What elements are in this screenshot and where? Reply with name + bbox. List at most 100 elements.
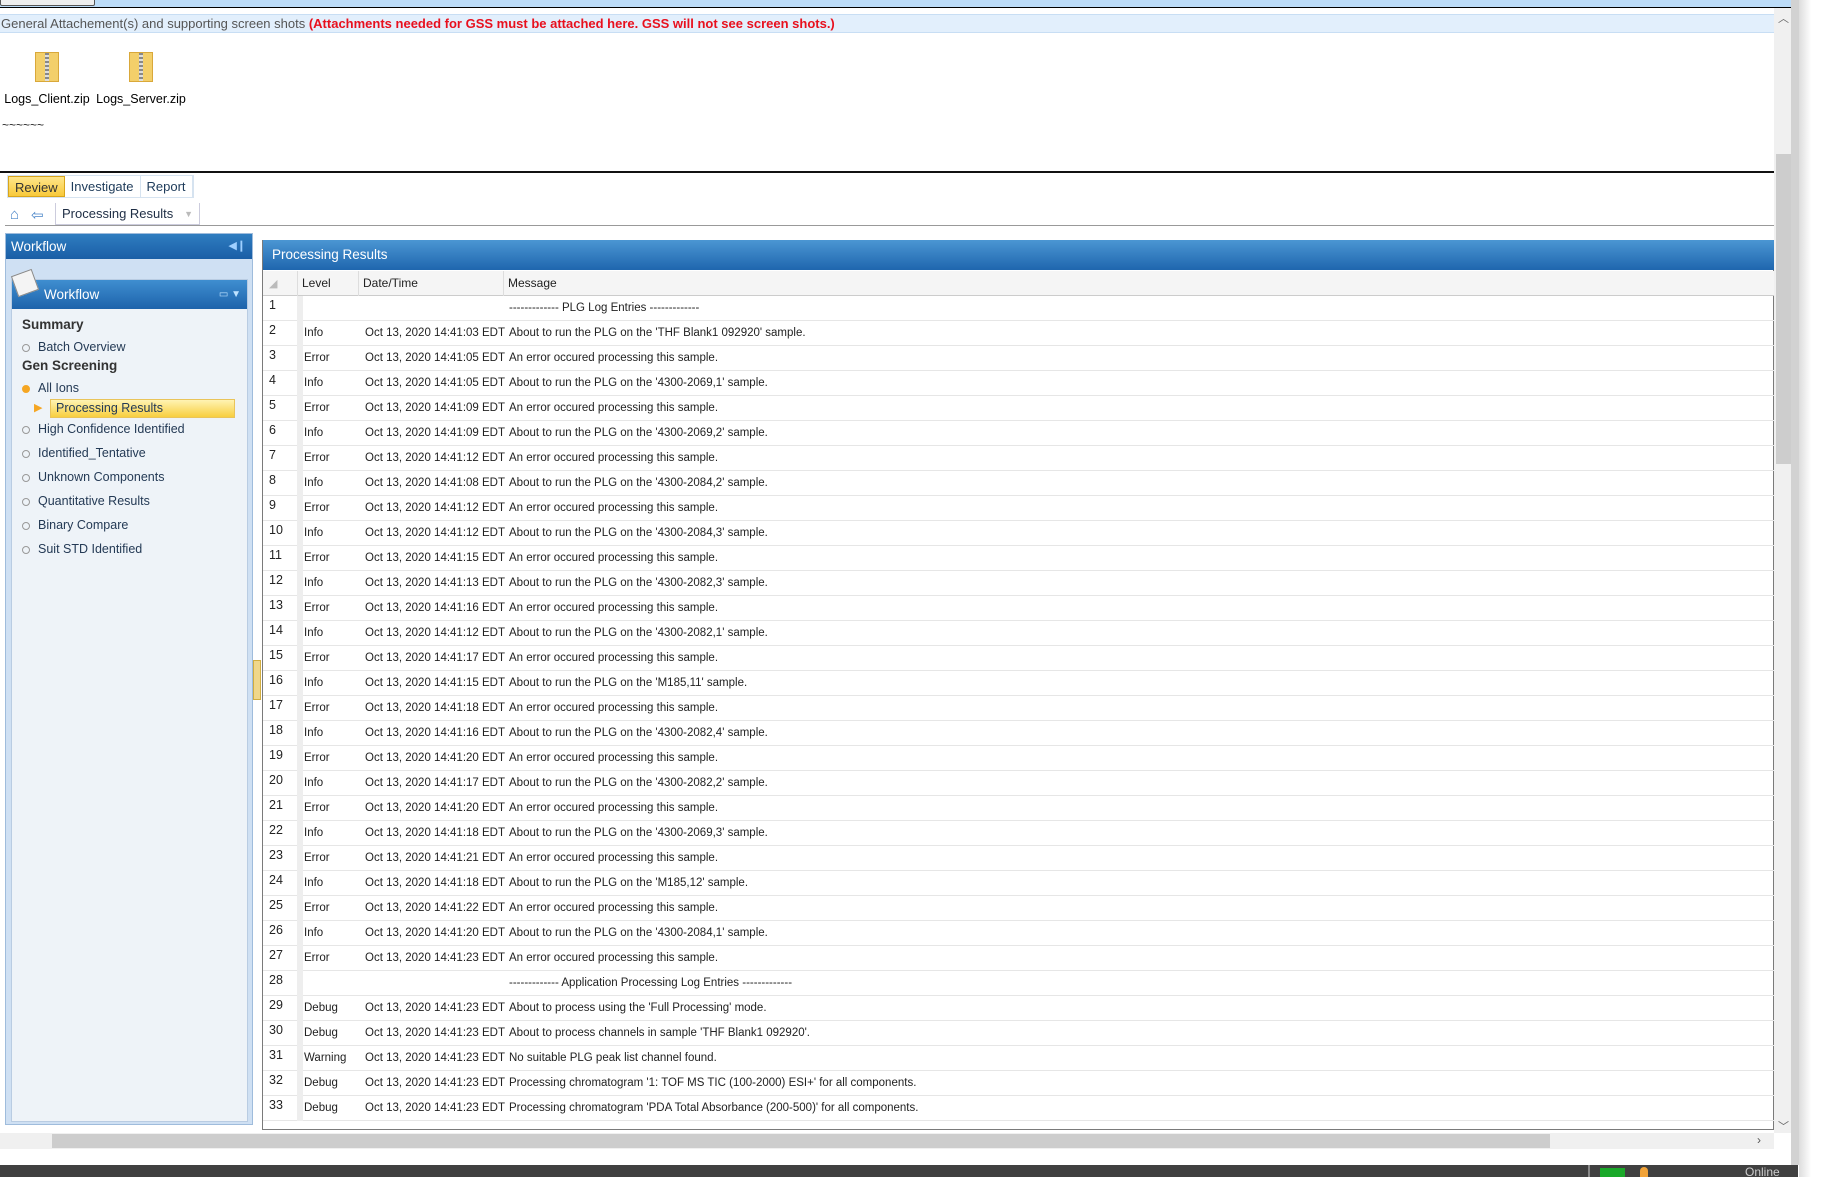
row-gutter	[297, 1046, 303, 1071]
table-row[interactable]: 18 Info Oct 13, 2020 14:41:16 EDT About to …	[263, 721, 1775, 746]
table-row[interactable]: 22 Info Oct 13, 2020 14:41:18 EDT About to …	[263, 821, 1775, 846]
collapse-icon[interactable]: ◀❙	[228, 234, 246, 259]
scroll-down-icon[interactable]: ﹀	[1778, 1118, 1789, 1134]
select-all-corner[interactable]: ◢	[269, 277, 277, 290]
sidebar-item-all-ions[interactable]: All Ions	[22, 381, 79, 395]
radio-icon	[22, 425, 30, 434]
table-row[interactable]: 27 Error Oct 13, 2020 14:41:23 EDT An error…	[263, 946, 1775, 971]
table-row[interactable]: 21 Error Oct 13, 2020 14:41:20 EDT An error…	[263, 796, 1775, 821]
level-cell: Info	[304, 527, 324, 539]
tab-review[interactable]: Review	[8, 176, 65, 197]
table-row[interactable]: 20 Info Oct 13, 2020 14:41:17 EDT About to …	[263, 771, 1775, 796]
table-row[interactable]: 32 Debug Oct 13, 2020 14:41:23 EDT Processi…	[263, 1071, 1775, 1096]
breadcrumb-current: Processing Results	[62, 206, 174, 221]
row-number: 28	[269, 973, 283, 987]
row-number: 4	[269, 373, 276, 387]
horizontal-scrollbar[interactable]: ›	[0, 1133, 1774, 1149]
back-arrow-icon[interactable]: ⇦	[31, 206, 44, 224]
sidebar-splitter[interactable]	[253, 660, 261, 700]
table-row[interactable]: 13 Error Oct 13, 2020 14:41:16 EDT An error…	[263, 596, 1775, 621]
table-row[interactable]: 1 ------------- PLG Log Entries ---------…	[263, 296, 1775, 321]
sidebar-item-batch-overview[interactable]: Batch Overview	[22, 340, 126, 354]
row-number: 17	[269, 698, 283, 712]
row-number: 19	[269, 748, 283, 762]
table-row[interactable]: 8 Info Oct 13, 2020 14:41:08 EDT About to r…	[263, 471, 1775, 496]
sidebar-item-unknown-components[interactable]: Unknown Components	[22, 470, 164, 484]
dropdown-icon[interactable]: ▭ ▼	[219, 280, 241, 309]
datetime-cell: Oct 13, 2020 14:41:16 EDT	[365, 602, 506, 614]
sidebar-item-high-confidence[interactable]: High Confidence Identified	[22, 422, 185, 436]
level-cell: Error	[304, 602, 330, 614]
home-icon[interactable]: ⌂	[10, 207, 25, 222]
table-row[interactable]: 7 Error Oct 13, 2020 14:41:12 EDT An error …	[263, 446, 1775, 471]
attachment-file-server[interactable]: Logs_Server.zip	[96, 52, 186, 106]
level-cell: Info	[304, 477, 324, 489]
datetime-cell: Oct 13, 2020 14:41:18 EDT	[365, 877, 506, 889]
datetime-cell: Oct 13, 2020 14:41:22 EDT	[365, 902, 506, 914]
message-cell: About to run the PLG on the '4300-2084,2…	[509, 477, 768, 489]
table-row[interactable]: 31 Warning Oct 13, 2020 14:41:23 EDT No sui…	[263, 1046, 1775, 1071]
table-row[interactable]: 16 Info Oct 13, 2020 14:41:15 EDT About to …	[263, 671, 1775, 696]
table-row[interactable]: 14 Info Oct 13, 2020 14:41:12 EDT About to …	[263, 621, 1775, 646]
user-icon	[1640, 1167, 1648, 1177]
column-datetime[interactable]: Date/Time	[358, 271, 503, 296]
tab-investigate[interactable]: Investigate	[65, 176, 141, 197]
table-row[interactable]: 9 Error Oct 13, 2020 14:41:12 EDT An error …	[263, 496, 1775, 521]
radio-icon	[22, 521, 30, 530]
caret-right-icon: ▶	[34, 402, 43, 414]
zip-file-icon	[129, 52, 153, 82]
table-row[interactable]: 11 Error Oct 13, 2020 14:41:15 EDT An error…	[263, 546, 1775, 571]
table-row[interactable]: 19 Error Oct 13, 2020 14:41:20 EDT An error…	[263, 746, 1775, 771]
table-row[interactable]: 30 Debug Oct 13, 2020 14:41:23 EDT About to…	[263, 1021, 1775, 1046]
table-row[interactable]: 29 Debug Oct 13, 2020 14:41:23 EDT About to…	[263, 996, 1775, 1021]
table-row[interactable]: 15 Error Oct 13, 2020 14:41:17 EDT An error…	[263, 646, 1775, 671]
breadcrumb-dropdown[interactable]: Processing Results ▼	[55, 203, 200, 225]
edit-document-button[interactable]	[0, 0, 95, 6]
table-row[interactable]: 17 Error Oct 13, 2020 14:41:18 EDT An error…	[263, 696, 1775, 721]
sidebar-item-binary-compare[interactable]: Binary Compare	[22, 518, 128, 532]
sidebar-item-suit-std[interactable]: Suit STD Identified	[22, 542, 142, 556]
table-row[interactable]: 6 Info Oct 13, 2020 14:41:09 EDT About to r…	[263, 421, 1775, 446]
tab-report[interactable]: Report	[141, 176, 193, 197]
table-row[interactable]: 23 Error Oct 13, 2020 14:41:21 EDT An error…	[263, 846, 1775, 871]
level-cell: Debug	[304, 1027, 338, 1039]
table-row[interactable]: 3 Error Oct 13, 2020 14:41:05 EDT An error …	[263, 346, 1775, 371]
table-row[interactable]: 2 Info Oct 13, 2020 14:41:03 EDT About to r…	[263, 321, 1775, 346]
message-cell: About to process channels in sample 'THF…	[509, 1027, 811, 1039]
attachment-file-client[interactable]: Logs_Client.zip	[2, 52, 92, 106]
table-row[interactable]: 5 Error Oct 13, 2020 14:41:09 EDT An error …	[263, 396, 1775, 421]
column-message[interactable]: Message	[503, 271, 1775, 296]
scroll-right-icon[interactable]: ›	[1757, 1133, 1761, 1147]
column-level[interactable]: Level	[297, 271, 358, 296]
item-label: Identified_Tentative	[38, 446, 146, 460]
message-cell: An error occured processing this sample.	[509, 852, 719, 864]
table-row[interactable]: 4 Info Oct 13, 2020 14:41:05 EDT About to r…	[263, 371, 1775, 396]
datetime-cell: Oct 13, 2020 14:41:23 EDT	[365, 1102, 506, 1114]
message-cell: About to process using the 'Full Process…	[509, 1002, 767, 1014]
scrollbar-thumb[interactable]	[1776, 154, 1791, 464]
vertical-scrollbar[interactable]: ︿ ﹀	[1774, 8, 1791, 1133]
level-cell: Error	[304, 652, 330, 664]
sidebar-item-processing-results[interactable]: Processing Results	[50, 399, 235, 418]
row-number: 25	[269, 898, 283, 912]
sidebar-item-quantitative-results[interactable]: Quantitative Results	[22, 494, 150, 508]
table-row[interactable]: 26 Info Oct 13, 2020 14:41:20 EDT About to …	[263, 921, 1775, 946]
table-row[interactable]: 10 Info Oct 13, 2020 14:41:12 EDT About to …	[263, 521, 1775, 546]
table-row[interactable]: 28 ------------- Application Processing L…	[263, 971, 1775, 996]
scrollbar-thumb[interactable]	[52, 1134, 1550, 1148]
datetime-cell: Oct 13, 2020 14:41:18 EDT	[365, 827, 506, 839]
level-cell: Info	[304, 777, 324, 789]
level-cell: Info	[304, 827, 324, 839]
datetime-cell: Oct 13, 2020 14:41:18 EDT	[365, 702, 506, 714]
table-row[interactable]: 24 Info Oct 13, 2020 14:41:18 EDT About to …	[263, 871, 1775, 896]
row-gutter	[297, 971, 303, 996]
level-cell: Debug	[304, 1102, 338, 1114]
message-cell: About to run the PLG on the '4300-2082,2…	[509, 777, 768, 789]
table-row[interactable]: 33 Debug Oct 13, 2020 14:41:23 EDT Processi…	[263, 1096, 1775, 1121]
scroll-up-icon[interactable]: ︿	[1778, 10, 1789, 26]
level-cell: Error	[304, 552, 330, 564]
table-row[interactable]: 25 Error Oct 13, 2020 14:41:22 EDT An error…	[263, 896, 1775, 921]
table-row[interactable]: 12 Info Oct 13, 2020 14:41:13 EDT About to …	[263, 571, 1775, 596]
workflow-panel: Workflow ▭ ▼ Summary Batch Overview Gen S…	[10, 268, 248, 1122]
sidebar-item-identified-tentative[interactable]: Identified_Tentative	[22, 446, 146, 460]
